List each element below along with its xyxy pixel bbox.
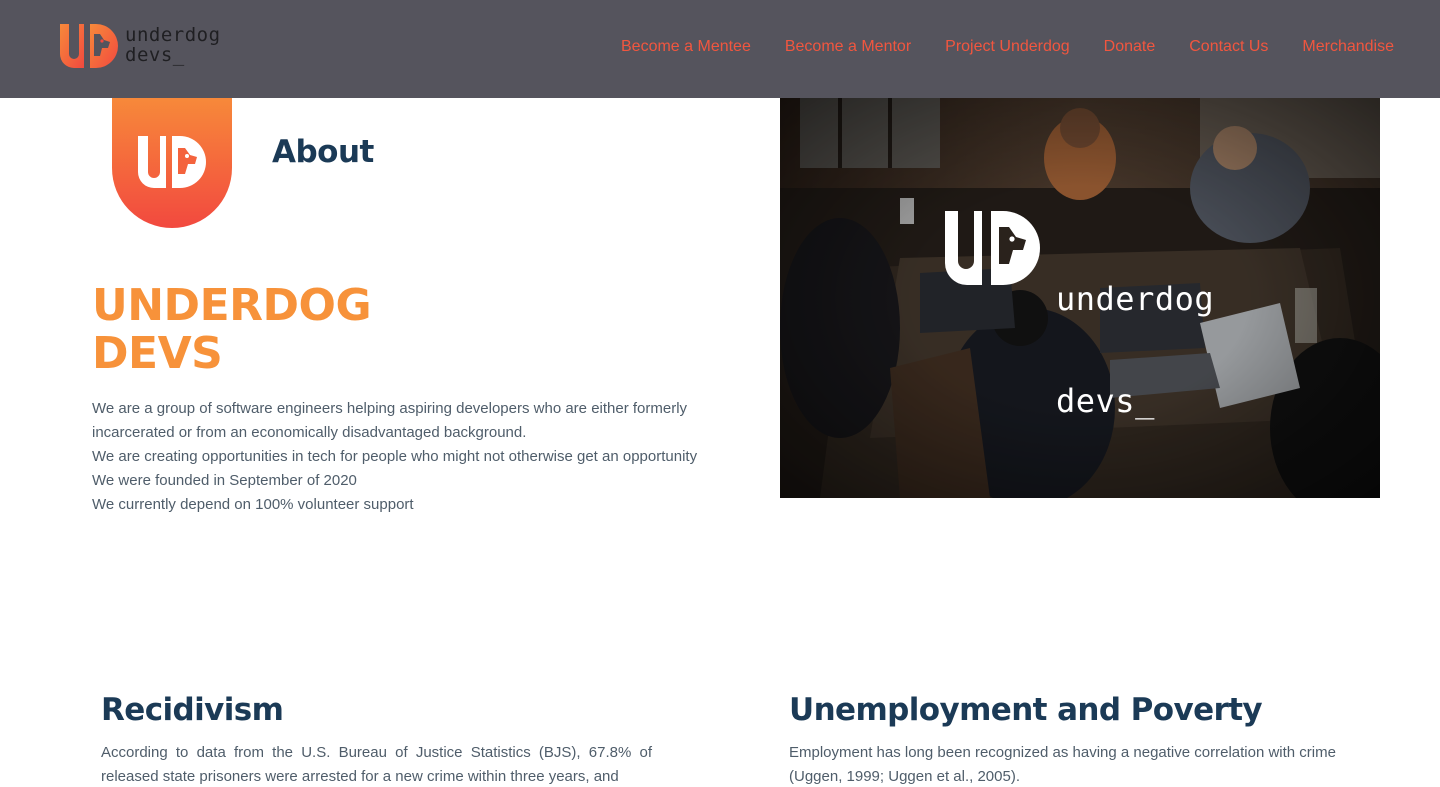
hero-logo-text: underdog devs_ — [1056, 214, 1214, 486]
about-line: We are a group of software engineers hel… — [92, 400, 688, 417]
underdog-ud-logo-icon — [60, 24, 118, 68]
hero-logo-line-1: underdog — [1056, 280, 1215, 318]
org-name-title: UNDERDOG DEVS — [92, 282, 492, 378]
about-line: We are creating opportunities in tech fo… — [92, 448, 698, 465]
nav-project-underdog[interactable]: Project Underdog — [945, 38, 1070, 56]
logo-line-2: devs_ — [125, 44, 185, 66]
about-badge — [112, 98, 232, 228]
org-name-line-2: DEVS — [92, 328, 223, 379]
unemployment-body: Employment has long been recognized as h… — [789, 744, 1336, 785]
hero-logo-line-2: devs_ — [1056, 382, 1155, 420]
recidivism-body: According to data from the U.S. Bureau o… — [101, 744, 652, 785]
nav-become-mentor[interactable]: Become a Mentor — [785, 38, 911, 56]
nav-merchandise[interactable]: Merchandise — [1302, 38, 1394, 56]
nav-contact-us[interactable]: Contact Us — [1189, 38, 1268, 56]
about-line: We were founded in September of 2020 — [92, 472, 357, 489]
nav-donate[interactable]: Donate — [1104, 38, 1156, 56]
about-title: About — [272, 134, 374, 170]
underdog-badge-logo-icon — [138, 136, 206, 188]
logo-line-1: underdog — [125, 24, 221, 46]
about-line: We currently depend on 100% volunteer su… — [92, 496, 414, 513]
main-nav: Become a Mentee Become a Mentor Project … — [621, 38, 1394, 56]
site-header: underdog devs_ Become a Mentee Become a … — [0, 0, 1440, 98]
about-description: We are a group of software engineers hel… — [92, 397, 732, 517]
nav-become-mentee[interactable]: Become a Mentee — [621, 38, 751, 56]
header-logo-text: underdog devs_ — [125, 25, 235, 65]
unemployment-title: Unemployment and Poverty — [789, 692, 1263, 728]
recidivism-title: Recidivism — [101, 692, 284, 728]
about-line: incarcerated or from an economically dis… — [92, 424, 527, 441]
org-name-line-1: UNDERDOG — [92, 280, 372, 331]
hero-photo: underdog devs_ — [780, 98, 1380, 498]
underdog-hero-logo-icon — [945, 211, 1040, 285]
